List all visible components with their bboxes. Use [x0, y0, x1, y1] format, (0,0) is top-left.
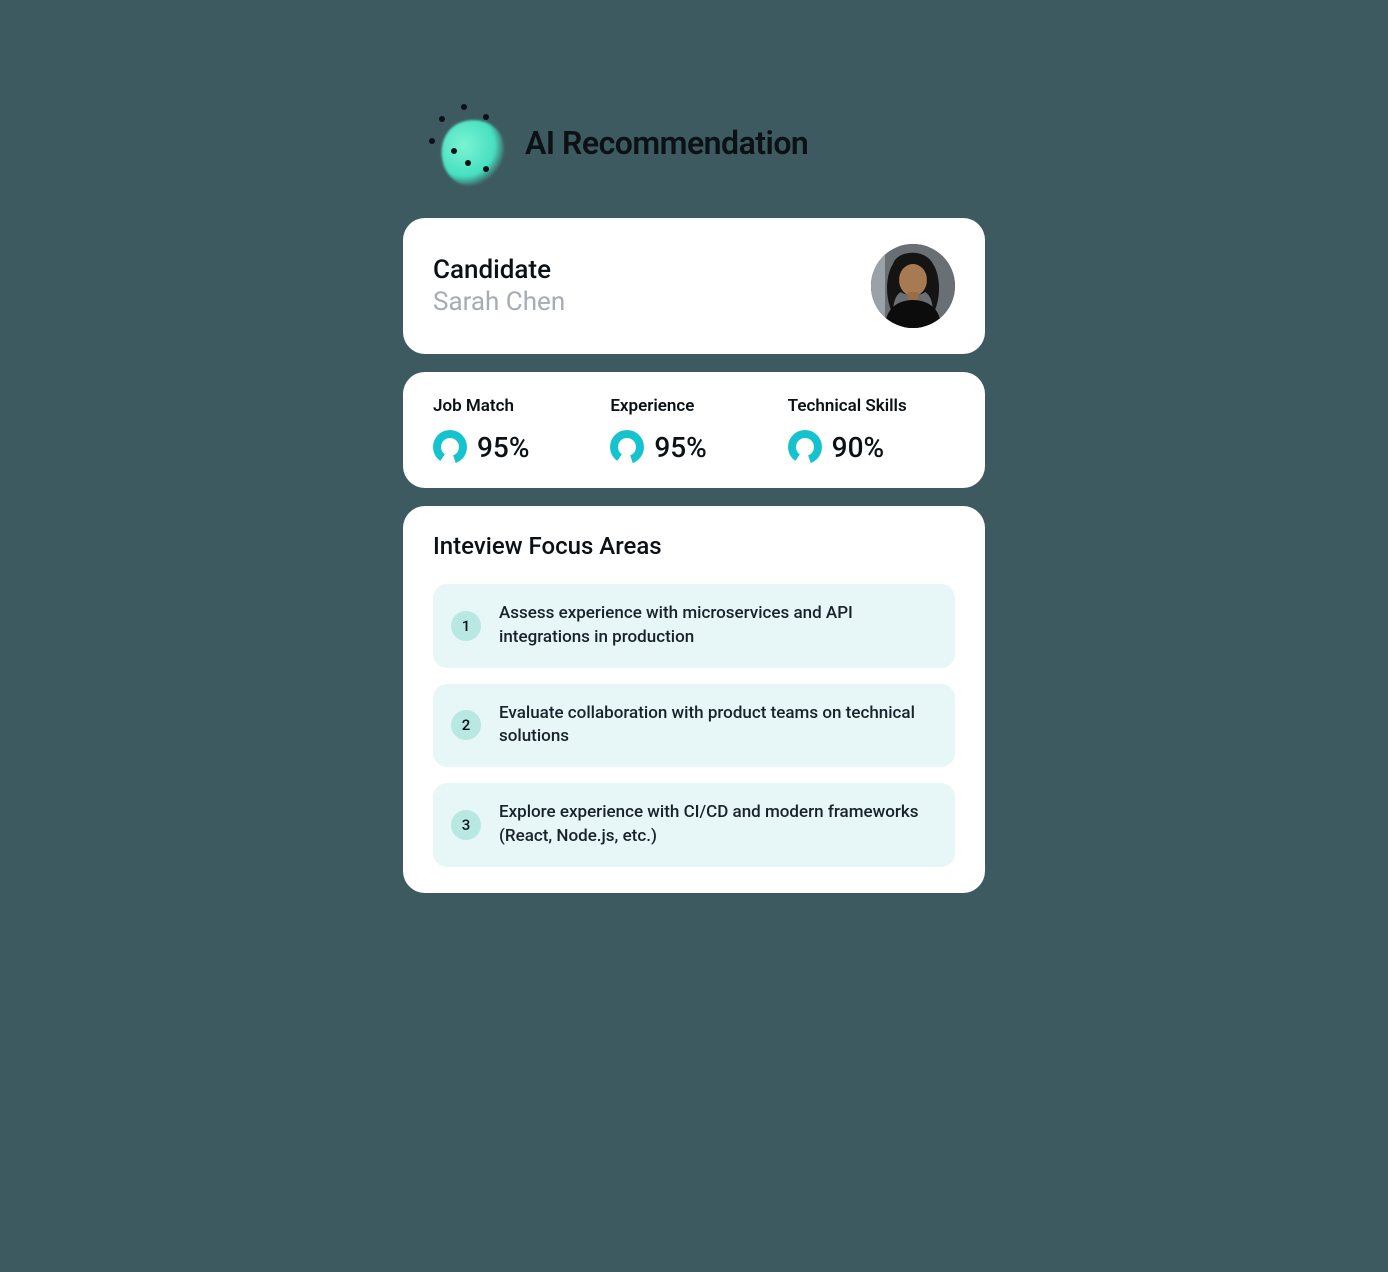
candidate-avatar	[871, 244, 955, 328]
focus-area-text: Evaluate collaboration with product team…	[499, 702, 937, 750]
candidate-label: Candidate	[433, 255, 565, 285]
ai-recommendation-panel: AI Recommendation Candidate Sarah Chen	[403, 100, 985, 1272]
candidate-card: Candidate Sarah Chen	[403, 218, 985, 354]
candidate-text: Candidate Sarah Chen	[433, 255, 565, 317]
page-title: AI Recommendation	[525, 124, 808, 162]
focus-area-text: Assess experience with microservices and…	[499, 602, 937, 650]
metrics-card: Job Match 95% Experience 95% Technical S…	[403, 372, 985, 488]
focus-area-number: 1	[451, 611, 481, 641]
metric-value: 90%	[832, 431, 884, 464]
progress-ring-icon	[788, 430, 822, 464]
focus-areas-card: Inteview Focus Areas 1 Assess experience…	[403, 506, 985, 893]
metric-label: Technical Skills	[788, 396, 955, 416]
metric-label: Experience	[610, 396, 777, 416]
focus-areas-title: Inteview Focus Areas	[433, 532, 955, 560]
metric-technical-skills: Technical Skills 90%	[788, 396, 955, 464]
focus-area-item: 3 Explore experience with CI/CD and mode…	[433, 783, 955, 867]
ai-blob-icon	[419, 100, 505, 186]
candidate-name: Sarah Chen	[433, 287, 565, 317]
focus-area-number: 2	[451, 710, 481, 740]
metric-job-match: Job Match 95%	[433, 396, 600, 464]
progress-ring-icon	[433, 430, 467, 464]
focus-area-text: Explore experience with CI/CD and modern…	[499, 801, 937, 849]
metric-label: Job Match	[433, 396, 600, 416]
progress-ring-icon	[610, 430, 644, 464]
focus-area-item: 2 Evaluate collaboration with product te…	[433, 684, 955, 768]
metric-value: 95%	[654, 431, 706, 464]
metric-experience: Experience 95%	[610, 396, 777, 464]
metric-value: 95%	[477, 431, 529, 464]
ai-header: AI Recommendation	[403, 100, 985, 218]
metrics-row: Job Match 95% Experience 95% Technical S…	[433, 396, 955, 464]
focus-area-item: 1 Assess experience with microservices a…	[433, 584, 955, 668]
focus-area-number: 3	[451, 810, 481, 840]
